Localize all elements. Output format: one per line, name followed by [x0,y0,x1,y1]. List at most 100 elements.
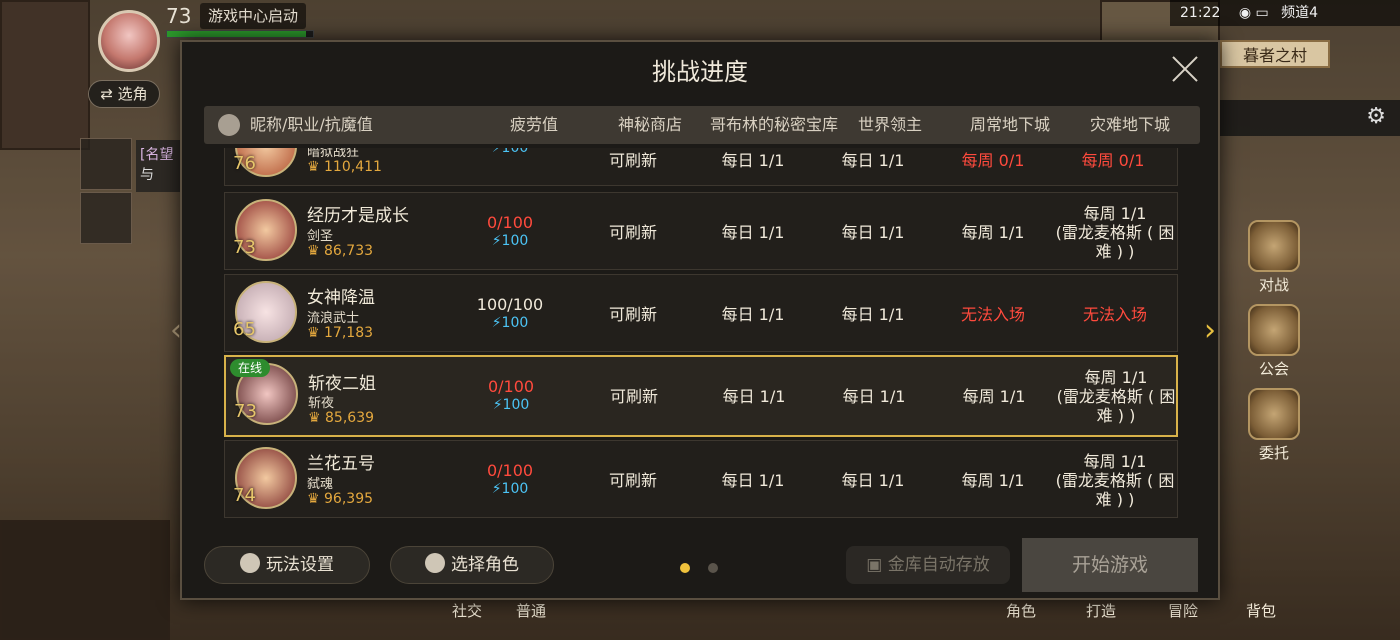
menu-commission[interactable]: 委托 [1244,388,1304,463]
col-fatigue: 疲劳值 [509,115,558,134]
page-dot[interactable] [708,563,718,573]
next-page-icon[interactable]: › [1204,316,1230,346]
boss-status: 每日 1/1 [841,222,905,242]
menu-adventure[interactable]: 冒险 [1168,600,1198,621]
fatigue-cell: 0/100 ⚡100 [455,193,565,271]
menu-bag[interactable]: 背包 [1246,600,1276,621]
weekly-cell: 每周 1/1 [934,357,1054,435]
character-level: 73 [233,237,256,258]
menu-guild[interactable]: 公会 [1244,304,1304,379]
switch-role-button[interactable]: ⇄ 选角 [88,80,160,108]
prev-page-icon[interactable]: ‹ [170,316,196,346]
disaster-status: 每周 1/1 (雷龙麦格斯 ( 困 难 ) ) [1055,203,1175,261]
goblin-cell: 每日 1/1 [693,275,813,353]
gear-icon[interactable]: ⚙ [1366,104,1386,129]
boss-cell: 每日 1/1 [813,148,933,187]
character-job: 斩夜 [308,396,335,411]
weekly-status: 每周 1/1 [961,470,1025,490]
disaster-status: 每周 1/1 (雷龙麦格斯 ( 困 难 ) ) [1055,451,1175,509]
disaster-cell: 无法入场 [1053,275,1177,353]
character-job: 剑圣 [307,229,334,244]
goblin-status: 每日 1/1 [722,386,786,406]
table-row[interactable]: 65 女神降温 流浪武士 ♛ 17,183 100/100 ⚡100 可刷新 每日… [224,274,1178,352]
weekly-cell: 无法入场 [933,275,1053,353]
game-center-status: 游戏中心启动 [200,3,307,29]
fatigue-cell: 100/100 ⚡100 [455,275,565,353]
boss-cell: 每日 1/1 [814,357,934,435]
menu-craft-label: 打造 [1086,602,1117,620]
battery-icon: ▭ [1255,5,1269,21]
menu-craft[interactable]: 打造 [1086,600,1116,621]
goblin-cell: 每日 1/1 [694,357,814,435]
weekly-cell: 每周 0/1 [933,148,1053,187]
goblin-status: 每日 1/1 [721,222,785,242]
character-name: 经历才是成长 [307,206,409,226]
weekly-cell: 每周 1/1 [933,441,1053,519]
character-list[interactable]: 76 暗狱战狂 ♛ 110,411 ⚡100 可刷新 每日 1/1 每日 1/1… [222,148,1180,526]
modal-title: 挑战进度 [652,58,748,86]
player-level: 73 [166,4,192,28]
fatigue-value: 0/100 [486,461,534,480]
player-avatar[interactable] [98,10,160,72]
disaster-status: 无法入场 [1082,304,1147,324]
energy-number: 100 [501,233,529,249]
boss-cell: 每日 1/1 [813,441,933,519]
menu-social[interactable]: 社交 [452,600,482,621]
clock: 21:22 [1180,5,1221,21]
gameplay-settings-label: 玩法设置 [266,555,334,575]
fatigue-cell: 0/100 ⚡100 [455,441,565,519]
hp-bar [166,30,314,38]
status-text: 游戏中心启动 [208,7,299,25]
fatigue-value: 0/100 [486,213,534,232]
swords-icon [1248,220,1300,272]
quest-scroll-button[interactable] [80,138,132,190]
shop-status: 可刷新 [609,386,658,406]
weekly-status: 每周 0/1 [961,151,1025,170]
goblin-status: 每日 1/1 [721,151,785,170]
character-icon [425,553,445,573]
resist-value: ♛ 85,639 [308,410,375,426]
energy-number: 100 [501,481,529,497]
guild-shield-icon [1248,304,1300,356]
start-game-button[interactable]: 开始游戏 [1022,538,1198,592]
fatigue-cell: ⚡100 [455,148,565,187]
character-level: 73 [234,401,257,422]
resist-value: ♛ 96,395 [307,491,374,507]
select-role-button[interactable]: 选择角色 [390,546,554,584]
wifi-icon: ◉ [1238,5,1252,21]
energy-value: ⚡100 [491,315,529,331]
fatigue-cell: 0/100 ⚡100 [456,357,566,435]
goblin-status: 每日 1/1 [721,304,785,324]
weekly-status: 每周 1/1 [961,222,1025,242]
character-name: 兰花五号 [307,454,375,474]
menu-commission-label: 委托 [1258,444,1289,462]
resist-number: 85,639 [325,410,375,426]
menu-normal[interactable]: 普通 [516,600,546,621]
boss-status: 每日 1/1 [841,470,905,490]
weekly-status: 每周 1/1 [962,386,1026,406]
menu-guild-label: 公会 [1258,360,1289,378]
col-shop: 神秘商店 [617,115,682,134]
auto-deposit-label: 金库自动存放 [887,555,990,575]
right-toolbar: ⚙ [1220,100,1400,136]
auto-deposit-button[interactable]: ▣ 金库自动存放 [846,546,1010,584]
col-weekly: 周常地下城 [969,115,1050,134]
menu-battle[interactable]: 对战 [1244,220,1304,295]
friends-button[interactable] [80,192,132,244]
energy-value: ⚡100 [492,397,530,413]
table-row[interactable]: 74 兰花五号 弑魂 ♛ 96,395 0/100 ⚡100 可刷新 每日 1/1… [224,440,1178,518]
commission-board-icon [1248,388,1300,440]
resist-value: ♛ 17,183 [307,325,374,341]
col-disaster: 灾难地下城 [1089,115,1170,134]
energy-value: ⚡100 [491,233,529,249]
table-row-selected[interactable]: 在线 73 斩夜二姐 斩夜 ♛ 85,639 0/100 ⚡100 可刷新 每日 … [224,355,1178,437]
gameplay-settings-button[interactable]: 玩法设置 [204,546,370,584]
disaster-cell: 每周 0/1 [1053,148,1173,187]
character-level: 65 [233,319,256,340]
energy-number: 100 [501,315,529,331]
resist-number: 96,395 [324,491,374,507]
table-row[interactable]: 76 暗狱战狂 ♛ 110,411 ⚡100 可刷新 每日 1/1 每日 1/1… [224,148,1178,186]
table-row[interactable]: 73 经历才是成长 剑圣 ♛ 86,733 0/100 ⚡100 可刷新 每日 1… [224,192,1178,270]
close-icon[interactable] [1170,54,1200,84]
menu-character[interactable]: 角色 [1006,600,1036,621]
